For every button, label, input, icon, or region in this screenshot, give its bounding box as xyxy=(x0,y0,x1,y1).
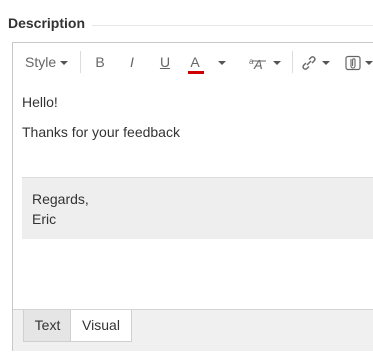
quote-line: Eric xyxy=(32,211,57,227)
style-dropdown[interactable]: Style xyxy=(25,51,69,73)
caret-down-icon xyxy=(217,61,226,66)
underline-label: U xyxy=(159,54,171,70)
blockquote: Regards, Eric xyxy=(22,177,373,239)
bold-button[interactable]: B xyxy=(93,51,107,73)
italic-label: I xyxy=(130,54,134,70)
text-color-label: A xyxy=(190,54,200,70)
tab-text[interactable]: Text xyxy=(23,310,72,342)
style-dropdown-label: Style xyxy=(25,54,57,70)
svg-text:A: A xyxy=(253,57,263,71)
bold-label: B xyxy=(95,54,105,70)
field-label: Description xyxy=(8,15,86,31)
toolbar-divider xyxy=(80,51,81,73)
attachment-dropdown[interactable] xyxy=(345,51,373,73)
caret-down-icon xyxy=(273,61,281,66)
caret-down-icon xyxy=(365,61,373,66)
attachment-icon xyxy=(345,55,361,71)
italic-button[interactable]: I xyxy=(125,51,139,73)
quote-line: Regards, xyxy=(32,191,89,207)
link-dropdown[interactable] xyxy=(300,51,336,73)
editor-toolbar: Style B I U A a A xyxy=(13,43,373,80)
rich-text-editor: Style B I U A a A Hello! Thanks for your… xyxy=(12,42,373,351)
tab-visual[interactable]: Visual xyxy=(70,310,132,342)
caret-down-icon xyxy=(322,61,330,66)
toolbar-divider xyxy=(292,51,293,73)
editor-mode-tabs: Text Visual xyxy=(13,309,373,351)
caret-down-icon xyxy=(60,61,69,66)
text-color-dropdown[interactable]: A xyxy=(188,51,228,74)
field-label-divider xyxy=(92,25,373,26)
editor-content-area[interactable]: Hello! Thanks for your feedback Regards,… xyxy=(13,80,373,308)
link-icon xyxy=(300,55,318,71)
clear-format-dropdown[interactable]: a A xyxy=(249,51,285,73)
text-color-swatch xyxy=(188,71,204,74)
paragraph: Hello! xyxy=(22,94,58,110)
clear-format-icon: a A xyxy=(249,55,269,71)
underline-button[interactable]: U xyxy=(158,51,172,73)
paragraph: Thanks for your feedback xyxy=(22,124,180,140)
